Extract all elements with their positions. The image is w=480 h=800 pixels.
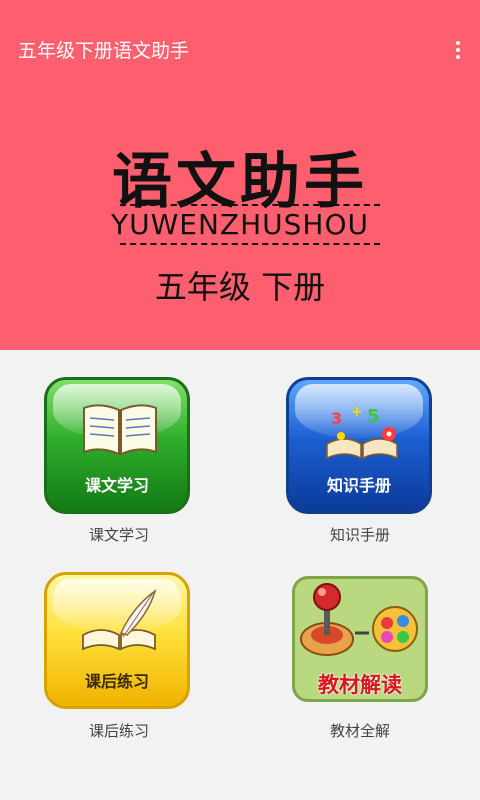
hero-title: 语文助手 bbox=[112, 147, 368, 217]
joystick-icon bbox=[300, 583, 418, 656]
svg-text:+: + bbox=[351, 404, 363, 420]
textbook-interpretation-caption: 教材全解 bbox=[329, 722, 390, 740]
quill-book-icon bbox=[82, 589, 157, 651]
app-bar-title: 五年级下册语文助手 bbox=[18, 40, 190, 62]
textbook-interpretation-label: 教材解读 bbox=[318, 673, 402, 697]
knowledge-book-icon: 3 + 5 bbox=[326, 404, 398, 460]
hero-subtitle: YUWENZHUSHOU bbox=[110, 208, 369, 241]
divider-top bbox=[120, 204, 380, 206]
text-study-button[interactable]: 课文学习 bbox=[44, 377, 190, 514]
knowledge-handbook-label: 知识手册 bbox=[326, 476, 391, 495]
knowledge-handbook-caption: 知识手册 bbox=[329, 526, 390, 544]
overflow-menu-icon[interactable] bbox=[446, 35, 470, 65]
exercise-label: 课后练习 bbox=[84, 672, 149, 691]
svg-text:5: 5 bbox=[367, 406, 380, 427]
text-study-caption: 课文学习 bbox=[88, 526, 149, 544]
text-study-label: 课文学习 bbox=[84, 476, 149, 495]
header-banner: 五年级下册语文助手 语文助手 YUWENZHUSHOU 五年级 下册 bbox=[0, 0, 480, 350]
divider-bottom bbox=[120, 243, 380, 245]
hero-grade: 五年级 下册 bbox=[154, 268, 326, 306]
exercise-caption: 课后练习 bbox=[88, 722, 149, 740]
app-screen: 五年级下册语文助手 语文助手 YUWENZHUSHOU 五年级 下册 课文学习 … bbox=[0, 0, 480, 800]
open-book-icon bbox=[83, 404, 157, 456]
textbook-interpretation-button[interactable]: 教材解读 bbox=[292, 576, 428, 702]
exercise-button[interactable]: 课后练习 bbox=[44, 572, 190, 709]
knowledge-handbook-button[interactable]: 3 + 5 知识手册 bbox=[286, 377, 432, 514]
svg-text:3: 3 bbox=[331, 409, 342, 428]
